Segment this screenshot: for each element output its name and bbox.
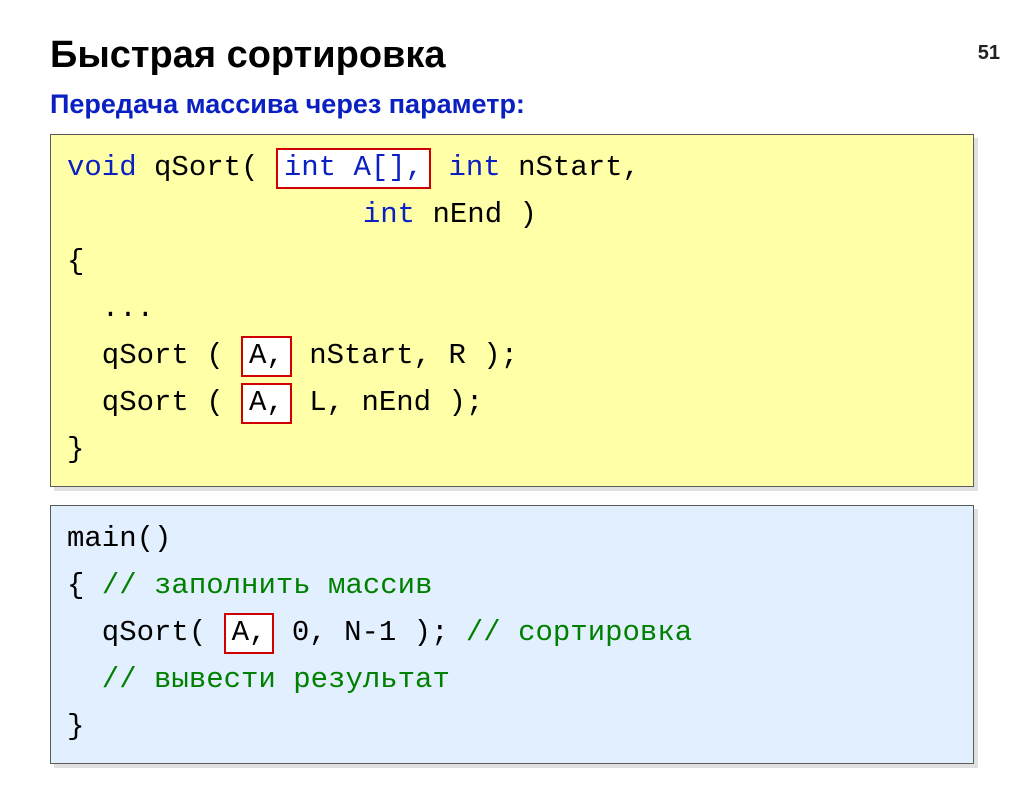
- code-comment: // заполнить массив: [102, 569, 433, 602]
- code-block-main: main() { // заполнить массив qSort( A, 0…: [50, 505, 974, 764]
- code-line: ...: [67, 286, 957, 333]
- code-line: main(): [67, 516, 957, 563]
- code-line: }: [67, 704, 957, 751]
- code-text: qSort (: [67, 386, 241, 419]
- code-text: {: [67, 569, 102, 602]
- code-text: [431, 151, 448, 184]
- keyword: int: [363, 198, 415, 231]
- slide-title: Быстрая сортировка: [50, 34, 974, 77]
- code-text: L, nEnd );: [292, 386, 483, 419]
- code-text: qSort(: [137, 151, 276, 184]
- code-text: int A[],: [284, 151, 423, 184]
- highlighted-param: int A[],: [276, 148, 431, 189]
- code-text: nEnd ): [415, 198, 537, 231]
- code-comment: // сортировка: [466, 616, 692, 649]
- keyword: int: [449, 151, 501, 184]
- highlighted-arg: A,: [241, 383, 292, 424]
- code-text: qSort (: [67, 339, 241, 372]
- highlighted-arg: A,: [241, 336, 292, 377]
- code-block-function: void qSort( int A[], int nStart, int nEn…: [50, 134, 974, 487]
- code-text: nStart, R );: [292, 339, 518, 372]
- code-text: qSort(: [67, 616, 224, 649]
- code-line: }: [67, 427, 957, 474]
- code-line: void qSort( int A[], int nStart,: [67, 145, 957, 192]
- code-line: qSort ( A, L, nEnd );: [67, 380, 957, 427]
- code-text: nStart,: [501, 151, 640, 184]
- page-number: 51: [978, 42, 1000, 65]
- code-line: { // заполнить массив: [67, 563, 957, 610]
- code-line: int nEnd ): [67, 192, 957, 239]
- code-line: {: [67, 239, 957, 286]
- keyword: void: [67, 151, 137, 184]
- code-line: qSort( A, 0, N-1 ); // сортировка: [67, 610, 957, 657]
- code-line: qSort ( A, nStart, R );: [67, 333, 957, 380]
- code-comment: // вывести результат: [67, 657, 957, 704]
- code-text: 0, N-1 );: [274, 616, 465, 649]
- code-text: [67, 198, 363, 231]
- highlighted-arg: A,: [224, 613, 275, 654]
- slide-subtitle: Передача массива через параметр:: [50, 89, 974, 120]
